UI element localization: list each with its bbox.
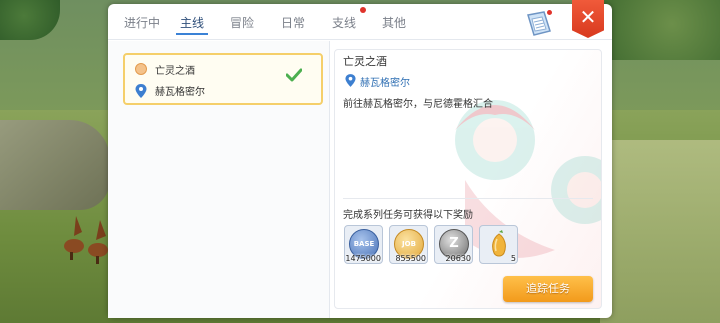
reward-job-exp[interactable]: JOB 855500 [389,225,428,264]
quest-list: 亡灵之酒 赫瓦格密尔 [108,41,330,318]
reward-item[interactable]: 5 [479,225,518,264]
track-quest-label: 追踪任务 [526,282,570,295]
location-pin-icon [345,74,356,87]
tab-label: 日常 [280,16,305,30]
tab-label: 进行中 [123,16,160,30]
track-quest-button[interactable]: 追踪任务 [503,276,593,302]
fruit-item-icon [492,230,506,257]
quest-title: 亡灵之酒 [343,55,387,68]
tab-adventure[interactable]: 冒险 [216,14,268,31]
tab-in-progress[interactable]: 进行中 [116,14,168,31]
background-rock [0,120,110,210]
coin-label: BASE [353,240,375,248]
quest-list-item[interactable]: 亡灵之酒 赫瓦格密尔 [123,53,323,105]
quest-type-icon [135,63,147,75]
reward-amount: 5 [510,254,516,263]
tab-label: 主线 [179,16,204,30]
background-tree [600,0,720,60]
reward-amount: 1475000 [345,254,381,263]
quest-name: 亡灵之酒 [155,66,195,77]
tab-main[interactable]: 主线 [166,14,218,35]
quest-location: 赫瓦格密尔 [155,87,205,98]
tab-label: 其他 [381,16,406,30]
reward-title: 完成系列任务可获得以下奖励 [343,210,473,221]
checkmark-icon [286,68,302,82]
coin-label: JOB [402,240,416,248]
tab-side[interactable]: 支线 [318,7,370,31]
quest-book-button[interactable] [522,9,556,39]
close-button[interactable]: ✕ [572,0,604,38]
reward-amount: 20630 [445,254,471,263]
tab-daily[interactable]: 日常 [267,14,319,31]
coin-label: Z [449,236,459,251]
close-icon: ✕ [579,5,597,29]
background-path [600,140,720,323]
quest-panel: 进行中 主线 冒险 日常 支线 其他 ✕ 亡灵之酒 赫瓦格密尔 亡灵之酒 赫瓦格… [108,0,612,318]
notification-dot [360,7,366,13]
notification-dot [546,9,553,16]
divider [343,198,593,199]
tab-bar: 进行中 主线 冒险 日常 支线 其他 ✕ [108,0,612,40]
tab-label: 支线 [331,16,356,30]
quest-location-link[interactable]: 赫瓦格密尔 [360,74,410,89]
reward-base-exp[interactable]: BASE 1475000 [344,225,383,264]
reward-zeny[interactable]: Z 20630 [434,225,473,264]
quest-description: 前往赫瓦格密尔，与尼德霍格汇合 [343,99,493,110]
location-pin-icon [135,84,147,98]
quest-detail: 亡灵之酒 赫瓦格密尔 前往赫瓦格密尔，与尼德霍格汇合 完成系列任务可获得以下奖励… [334,49,602,309]
tab-other[interactable]: 其他 [368,14,420,31]
reward-amount: 855500 [395,254,426,263]
tab-label: 冒险 [229,16,254,30]
active-tab-indicator [176,33,208,35]
